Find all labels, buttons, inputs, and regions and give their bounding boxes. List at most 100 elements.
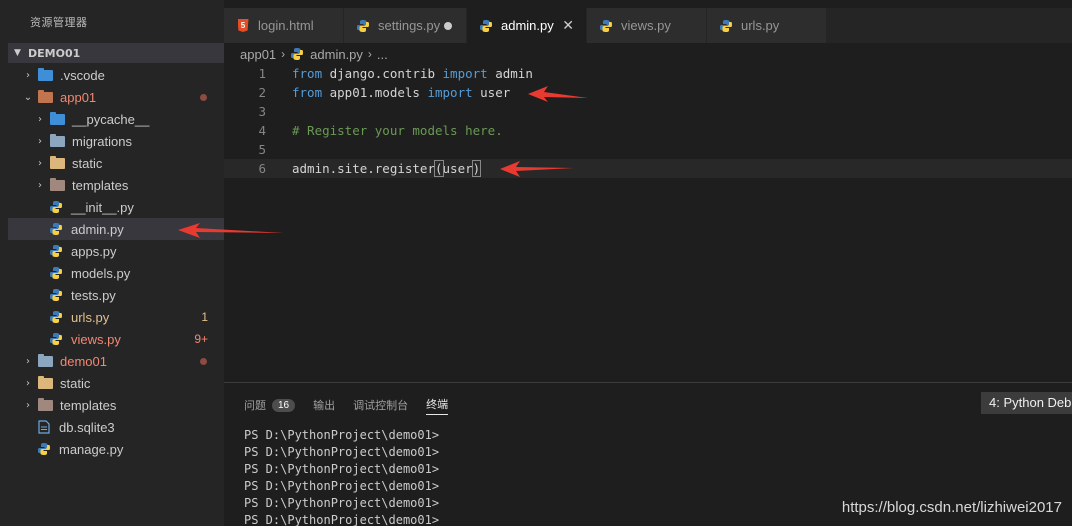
code-token: app01.models	[322, 85, 428, 100]
code-token: import	[442, 66, 488, 81]
unsaved-dot-icon[interactable]	[444, 21, 452, 30]
html5-icon: 5	[236, 19, 250, 33]
vscode-folder-icon	[37, 67, 53, 82]
breadcrumb: app01 › admin.py › ...	[240, 44, 388, 64]
tree-item-label: templates	[60, 397, 117, 413]
tree-item-views[interactable]: views.py 9+	[8, 328, 224, 350]
terminal-select-dropdown[interactable]: 4: Python Debug Console	[981, 392, 1072, 414]
terminal-line: PS D:\PythonProject\demo01>	[244, 445, 440, 459]
code-line[interactable]: 5	[224, 140, 1072, 159]
chevron-right-icon: ›	[26, 355, 30, 367]
tree-item-label: static	[60, 375, 91, 391]
code-line[interactable]: 2 from app01.models import user	[224, 83, 1072, 102]
breadcrumb-more[interactable]: ...	[377, 47, 388, 62]
code-token: from	[292, 66, 323, 81]
python-file-icon	[479, 19, 493, 33]
panel-tabs: 问题 16 输出 调试控制台 终端	[244, 395, 466, 415]
code-line[interactable]: 4 # Register your models here.	[224, 121, 1072, 140]
tree-item-label: static	[72, 155, 103, 171]
tree-item-label: .vscode	[60, 67, 105, 83]
red-arrow-icon	[178, 223, 284, 238]
chevron-right-icon: ›	[38, 157, 42, 169]
breadcrumb-folder[interactable]: app01	[240, 47, 276, 62]
code-line[interactable]: 1 from django.contrib import admin	[224, 64, 1072, 83]
code-token: admin	[487, 66, 533, 81]
code-token: admin.site.register	[292, 161, 435, 176]
tree-item-label: urls.py	[71, 309, 110, 325]
tree-item-demo01[interactable]: › demo01	[8, 350, 224, 372]
chevron-right-icon: ›	[38, 113, 42, 125]
tree-item-label: manage.py	[59, 441, 124, 457]
tab-problems[interactable]: 问题 16	[244, 397, 296, 413]
modified-dot-icon	[200, 93, 207, 101]
problem-count-badge: 9+	[194, 332, 208, 346]
editor-tab-bar: 5 login.html settings.py admin.py ✕ view…	[224, 8, 1072, 43]
tree-item-urls[interactable]: urls.py 1	[8, 306, 224, 328]
red-arrow-icon	[500, 161, 574, 177]
python-file-icon	[48, 200, 64, 214]
tree-item-label: templates	[72, 177, 129, 193]
folder-icon	[49, 155, 65, 170]
tree-item-init[interactable]: __init__.py	[8, 196, 224, 218]
folder-icon	[37, 397, 53, 412]
code-token: # Register your models here.	[292, 123, 503, 138]
tab-settings-py[interactable]: settings.py	[344, 8, 467, 43]
tree-item-label: admin.py	[71, 221, 124, 237]
tree-item-label: app01	[60, 89, 97, 105]
tab-urls-py[interactable]: urls.py	[707, 8, 827, 43]
tree-item-vscode[interactable]: › .vscode	[8, 64, 224, 86]
tree-item-manage[interactable]: manage.py	[8, 438, 224, 460]
file-icon	[36, 420, 52, 434]
tree-item-tests[interactable]: tests.py	[8, 284, 224, 306]
tab-label: 终端	[426, 397, 449, 411]
chevron-right-icon: ›	[26, 377, 30, 389]
tree-item-templates[interactable]: › templates	[8, 174, 224, 196]
tree-item-label: db.sqlite3	[59, 419, 115, 435]
red-arrow-icon	[528, 86, 588, 102]
python-file-icon	[48, 310, 64, 324]
breadcrumb-file[interactable]: admin.py	[310, 47, 363, 62]
terminal-line: PS D:\PythonProject\demo01>	[244, 428, 440, 442]
code-editor[interactable]: 1 from django.contrib import admin 2 from a…	[224, 64, 1072, 382]
line-number: 2	[258, 85, 266, 100]
tree-item-templates-root[interactable]: › templates	[8, 394, 224, 416]
tab-label: settings.py	[378, 18, 441, 33]
folder-icon	[37, 375, 53, 390]
modified-dot-icon	[200, 357, 207, 365]
code-line[interactable]: 6 admin.site.register(user)	[224, 159, 1072, 178]
tree-item-app01[interactable]: ⌄ app01	[8, 86, 224, 108]
tab-terminal[interactable]: 终端	[426, 396, 449, 415]
python-file-icon	[48, 266, 64, 280]
watermark: https://blog.csdn.net/lizhiwei2017	[841, 499, 1062, 516]
line-number: 1	[258, 66, 266, 81]
python-file-icon	[719, 19, 733, 33]
close-icon[interactable]: ✕	[562, 17, 574, 34]
tab-debug-console[interactable]: 调试控制台	[353, 397, 408, 413]
code-line[interactable]: 3	[224, 102, 1072, 121]
tab-output[interactable]: 输出	[313, 397, 335, 413]
python-file-icon	[356, 19, 370, 33]
tab-admin-py[interactable]: admin.py ✕	[467, 8, 587, 43]
tree-item-migrations[interactable]: › migrations	[8, 130, 224, 152]
tree-item-static[interactable]: › static	[8, 152, 224, 174]
tree-item-static-root[interactable]: › static	[8, 372, 224, 394]
project-header[interactable]: ▼ DEMO01	[8, 43, 224, 63]
explorer-sidebar: 资源管理器 ▼ DEMO01 › .vscode ⌄ app01 › __pyc…	[0, 0, 224, 526]
problem-count-badge: 1	[201, 310, 208, 324]
chevron-right-icon: ›	[38, 179, 42, 191]
line-number: 6	[258, 161, 266, 176]
line-number: 4	[258, 123, 266, 138]
tree-item-pycache[interactable]: › __pycache__	[8, 108, 224, 130]
chevron-right-icon: ›	[281, 47, 286, 61]
tab-login-html[interactable]: 5 login.html	[224, 8, 344, 43]
tree-item-db[interactable]: db.sqlite3	[8, 416, 224, 438]
folder-icon	[49, 133, 65, 148]
tab-views-py[interactable]: views.py	[587, 8, 707, 43]
folder-icon	[37, 353, 53, 368]
chevron-right-icon: ›	[26, 399, 30, 411]
tree-item-label: __pycache__	[72, 111, 150, 127]
tree-item-apps[interactable]: apps.py	[8, 240, 224, 262]
line-number: 5	[258, 142, 266, 157]
tree-item-models[interactable]: models.py	[8, 262, 224, 284]
terminal-line: PS D:\PythonProject\demo01>	[244, 479, 440, 493]
